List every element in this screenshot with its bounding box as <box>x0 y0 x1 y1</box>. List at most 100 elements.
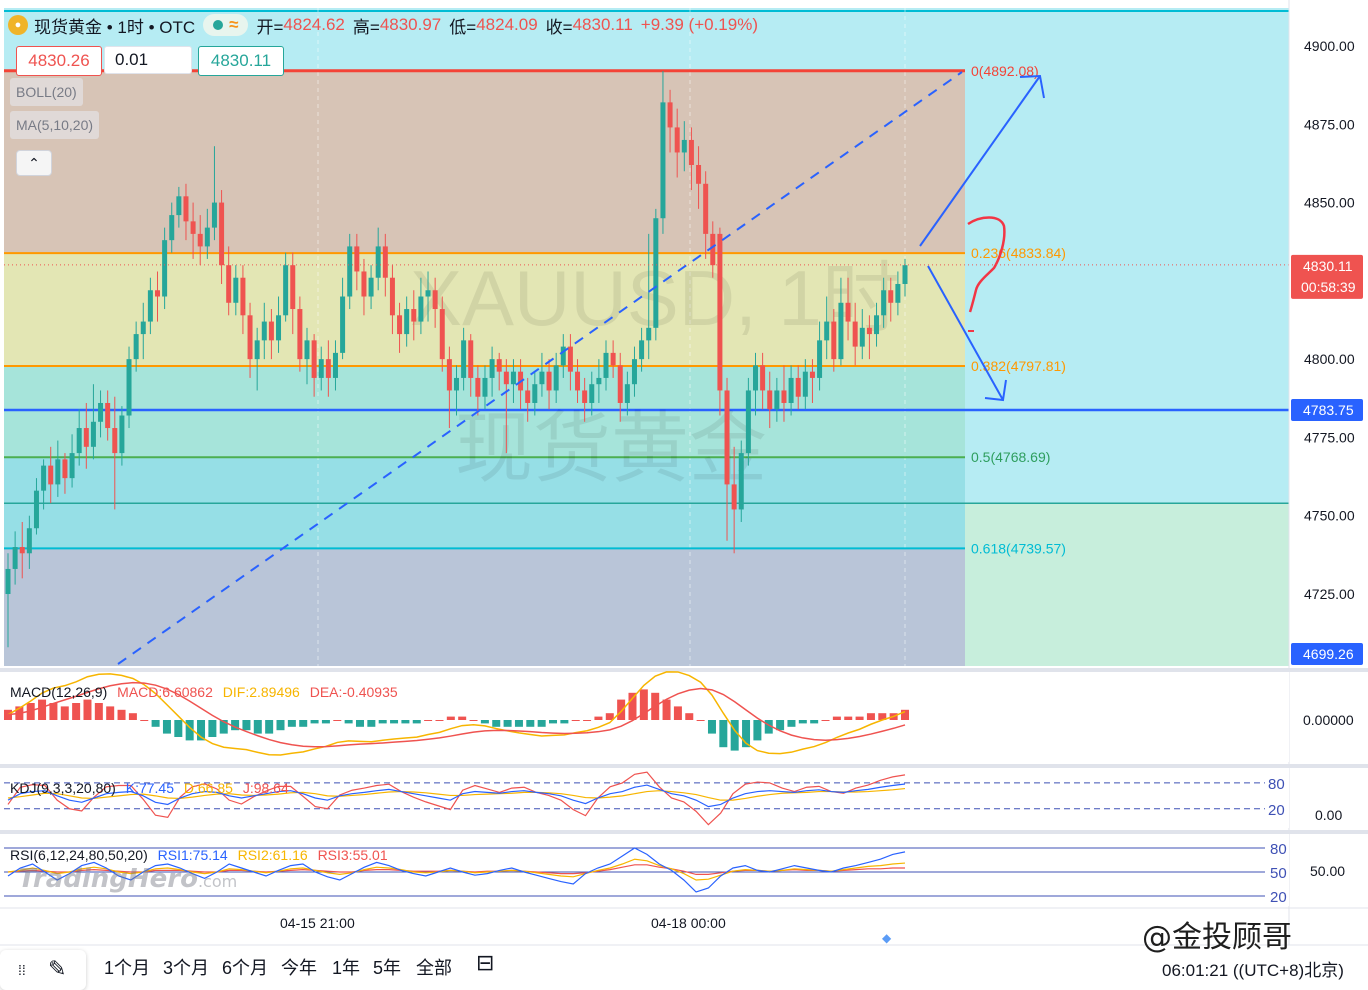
pencil-icon[interactable]: ✎ <box>48 956 66 982</box>
ma-indicator-label[interactable]: MA(5,10,20) <box>10 111 100 139</box>
fib-label: 0.236(4833.84) <box>971 245 1066 261</box>
spread-value: 0.01 <box>104 46 192 74</box>
candle-body <box>852 321 858 347</box>
candle-body <box>831 321 837 360</box>
drag-grip-icon[interactable]: ⁞⁞ <box>18 962 26 978</box>
macd-histogram-bar <box>367 720 376 727</box>
candle-body <box>745 390 751 454</box>
sell-price-button[interactable]: 4830.26 <box>16 46 102 76</box>
candle-body <box>112 428 118 454</box>
rsi-legend: RSI(6,12,24,80,50,20) RSI1:75.14 RSI2:61… <box>10 847 394 863</box>
session-clock[interactable]: 06:01:21 ((UTC+8)北京) <box>1162 956 1344 981</box>
macd-axis-label: 0.00000 <box>1303 712 1354 728</box>
macd-histogram-bar <box>242 720 251 731</box>
time-tick: 04-18 00:00 <box>651 915 726 931</box>
macd-histogram-bar <box>866 713 875 720</box>
timeframe-3m[interactable]: 3个月 <box>163 954 209 980</box>
time-tick: 04-15 21:00 <box>280 915 355 931</box>
candle-body <box>667 102 673 128</box>
candle-body <box>368 277 374 297</box>
macd-histogram-bar <box>798 720 807 724</box>
candle-body <box>610 352 616 366</box>
line-price-label: 4783.75 <box>1303 402 1354 418</box>
macd-legend: MACD(12,26,9) MACD:6.60862 DIF:2.89496 D… <box>10 684 404 700</box>
macd-histogram-bar <box>673 706 682 720</box>
macd-title[interactable]: MACD(12,26,9) <box>10 684 107 700</box>
candle-body <box>874 315 880 335</box>
candle-body <box>311 340 317 378</box>
kdj-d-value: D:66.85 <box>183 780 233 796</box>
price-tick: 4900.00 <box>1304 38 1355 54</box>
candle-body <box>340 296 346 353</box>
chart-canvas[interactable]: 0(4892.08)0.236(4833.84)0.382(4797.81)0.… <box>0 0 1368 990</box>
candle-body <box>496 359 502 372</box>
macd-histogram-bar <box>60 706 69 720</box>
timeframe-5y[interactable]: 5年 <box>373 954 401 980</box>
candle-body <box>639 340 645 360</box>
rsi2-value: RSI2:61.16 <box>237 847 308 863</box>
candle-body <box>361 271 367 297</box>
macd-histogram-bar <box>287 720 296 727</box>
macd-histogram-bar <box>333 720 342 721</box>
buy-price-button[interactable]: 4830.11 <box>198 46 284 76</box>
candle-body <box>674 127 680 153</box>
macd-histogram-bar <box>628 692 637 720</box>
candle-body <box>866 327 872 335</box>
candle-body <box>119 415 125 454</box>
candle-body <box>211 202 217 228</box>
timeframe-all[interactable]: 全部 <box>416 954 452 980</box>
candle-body <box>219 202 225 266</box>
timeframe-6m[interactable]: 6个月 <box>222 954 268 980</box>
macd-histogram-bar <box>571 720 580 721</box>
rsi3-value: RSI3:55.01 <box>317 847 388 863</box>
macd-histogram-bar <box>344 720 353 724</box>
candle-body <box>176 196 182 216</box>
candle-body <box>247 315 253 360</box>
candle-body <box>738 453 744 510</box>
dif-value: DIF:2.89496 <box>222 684 300 700</box>
timeframe-1m[interactable]: 1个月 <box>104 954 150 980</box>
macd-histogram-bar <box>390 720 399 724</box>
timeframe-ytd[interactable]: 今年 <box>281 954 317 980</box>
symbol-header: ● 现货黄金 • 1时 • OTC ≈ 开= 4824.62 高= 4830.97 … <box>8 12 758 38</box>
candle-body <box>283 265 289 316</box>
rsi-title[interactable]: RSI(6,12,24,80,50,20) <box>10 847 148 863</box>
candle-body <box>332 352 338 378</box>
fib-extension-zone <box>965 503 1289 666</box>
open-label: 开= <box>256 17 284 37</box>
candle-body <box>596 377 602 385</box>
kdj-title[interactable]: KDJ(9,3,3,20,80) <box>10 780 116 796</box>
candle-body <box>724 390 730 485</box>
macd-histogram-bar <box>162 720 171 734</box>
macd-histogram-bar <box>208 720 217 737</box>
macd-histogram-bar <box>526 720 535 727</box>
fib-label: 0.618(4739.57) <box>971 540 1066 556</box>
macd-histogram-bar <box>446 716 455 720</box>
price-tick: 4775.00 <box>1304 429 1355 445</box>
tradinghero-logo: TradingHero.com <box>18 864 237 894</box>
market-status-pill[interactable]: ≈ <box>203 14 249 36</box>
kdj-20-label: 20 <box>1268 802 1285 819</box>
boll-indicator-label[interactable]: BOLL(20) <box>10 78 83 106</box>
macd-histogram-bar <box>355 720 364 727</box>
drawing-toolbar-handle[interactable]: ⁞⁞ ✎ <box>0 950 86 990</box>
macd-histogram-bar <box>685 713 694 720</box>
candle-body <box>617 365 623 403</box>
symbol-name[interactable]: 现货黄金 • 1时 • OTC <box>34 13 195 38</box>
macd-histogram-bar <box>514 720 523 727</box>
collapse-indicators-button[interactable]: ⌃ <box>16 150 52 176</box>
macd-histogram-bar <box>730 720 739 751</box>
candle-body <box>297 309 303 360</box>
candle-body <box>510 371 516 385</box>
candle-body <box>881 290 887 316</box>
calendar-range-icon[interactable]: ⊟ <box>476 950 494 976</box>
candle-body <box>183 196 189 222</box>
timeframe-1y[interactable]: 1年 <box>332 954 360 980</box>
market-open-dot-icon <box>213 20 224 30</box>
candle-body <box>318 359 324 378</box>
macd-histogram-bar <box>321 720 330 724</box>
candle-body <box>902 265 908 284</box>
candle-body <box>418 296 424 322</box>
candle-body <box>845 302 851 322</box>
candle-body <box>703 183 709 234</box>
